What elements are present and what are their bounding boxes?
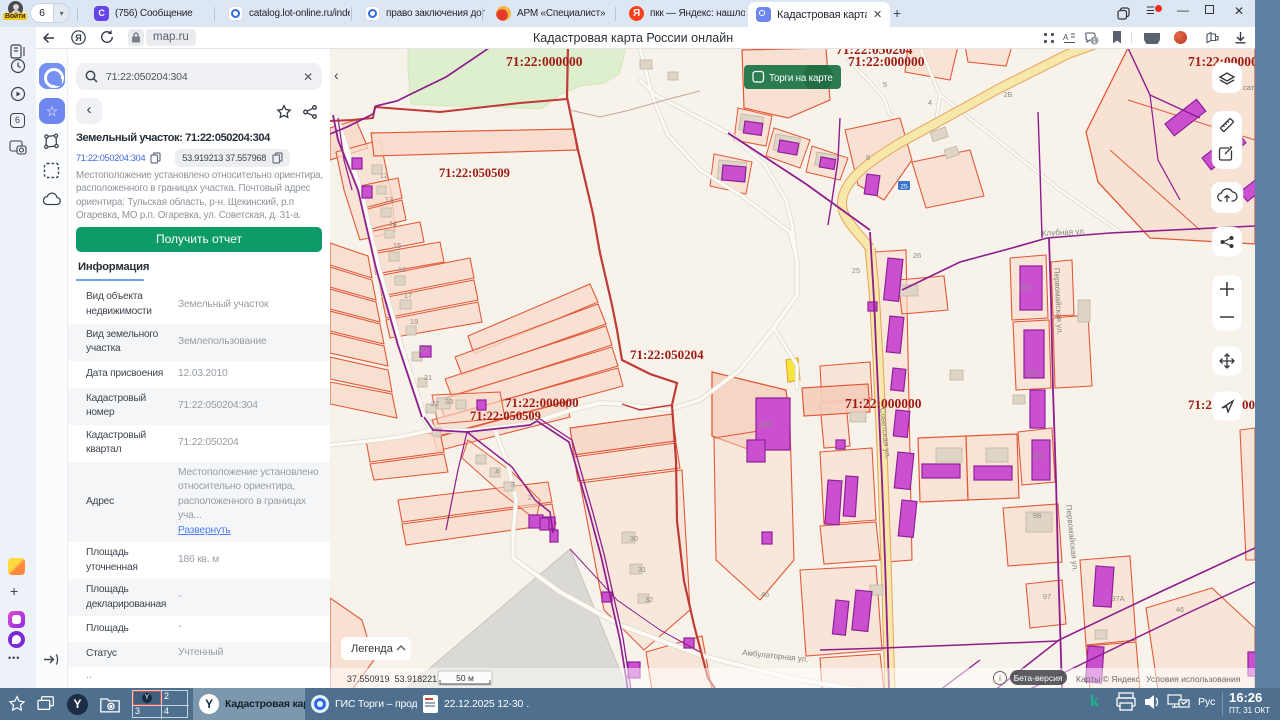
svg-text:4: 4 <box>928 98 932 107</box>
svg-text:4: 4 <box>495 467 499 476</box>
svg-text:14: 14 <box>389 219 397 228</box>
svg-text:Торги на карте: Торги на карте <box>769 73 833 84</box>
svg-text:46: 46 <box>761 590 769 599</box>
svg-text:17: 17 <box>404 291 412 300</box>
svg-text:46: 46 <box>1176 605 1184 614</box>
svg-text:103: 103 <box>1026 368 1039 377</box>
svg-text:30: 30 <box>630 534 638 543</box>
svg-text:Карты © Яндекс: Карты © Яндекс <box>1076 674 1141 684</box>
svg-text:31Б: 31Б <box>758 420 771 429</box>
svg-text:71:2: 71:2 <box>1188 397 1212 412</box>
svg-text:2Б: 2Б <box>1003 90 1012 99</box>
svg-text:12: 12 <box>380 171 388 180</box>
svg-text:97А: 97А <box>1111 594 1124 603</box>
svg-text:3: 3 <box>511 480 515 489</box>
svg-text:Условия использования: Условия использования <box>1146 674 1241 684</box>
svg-text:71:22:050204: 71:22:050204 <box>630 347 704 362</box>
svg-text:19: 19 <box>410 317 418 326</box>
svg-text:2: 2 <box>528 493 532 502</box>
svg-text:21: 21 <box>424 373 432 382</box>
svg-text:Я: Я <box>75 33 81 43</box>
svg-text:26: 26 <box>913 251 921 260</box>
svg-text:32: 32 <box>645 595 653 604</box>
svg-text:8: 8 <box>866 153 870 162</box>
svg-text:16: 16 <box>398 265 406 274</box>
svg-text:97: 97 <box>1043 592 1051 601</box>
svg-text:71:22:000000: 71:22:000000 <box>845 396 922 411</box>
svg-text:‹: ‹ <box>334 67 339 83</box>
svg-text:20: 20 <box>419 345 427 354</box>
svg-text:13: 13 <box>385 195 393 204</box>
svg-text:37.550919 53.918221: 37.550919 53.918221 <box>347 674 437 684</box>
svg-text:101: 101 <box>1032 451 1045 460</box>
svg-text:00: 00 <box>1242 397 1255 412</box>
svg-text:25: 25 <box>900 184 908 191</box>
svg-text:98: 98 <box>1033 511 1041 520</box>
svg-text:Бета-версия: Бета-версия <box>1014 673 1063 683</box>
svg-text:71:22:050509: 71:22:050509 <box>439 166 510 180</box>
svg-text:71:22:000000: 71:22:000000 <box>848 54 925 69</box>
svg-text:Легенда: Легенда <box>351 643 394 655</box>
svg-text:71:22:000000: 71:22:000000 <box>505 395 579 410</box>
svg-text:15: 15 <box>393 241 401 250</box>
svg-text:25: 25 <box>852 266 860 275</box>
svg-text:33: 33 <box>445 397 453 406</box>
svg-text:105: 105 <box>1019 283 1032 292</box>
svg-text:22: 22 <box>431 399 439 408</box>
svg-text:71:22:000000: 71:22:000000 <box>506 54 583 69</box>
svg-text:А: А <box>1063 33 1069 42</box>
svg-text:i: i <box>999 674 1001 683</box>
svg-text:5: 5 <box>883 80 887 89</box>
svg-text:1: 1 <box>1093 38 1097 45</box>
svg-text:50 м: 50 м <box>456 673 474 683</box>
svg-text:31: 31 <box>638 565 646 574</box>
svg-text:71:22:050509: 71:22:050509 <box>470 409 541 423</box>
svg-text:сато: сато <box>1243 83 1255 92</box>
